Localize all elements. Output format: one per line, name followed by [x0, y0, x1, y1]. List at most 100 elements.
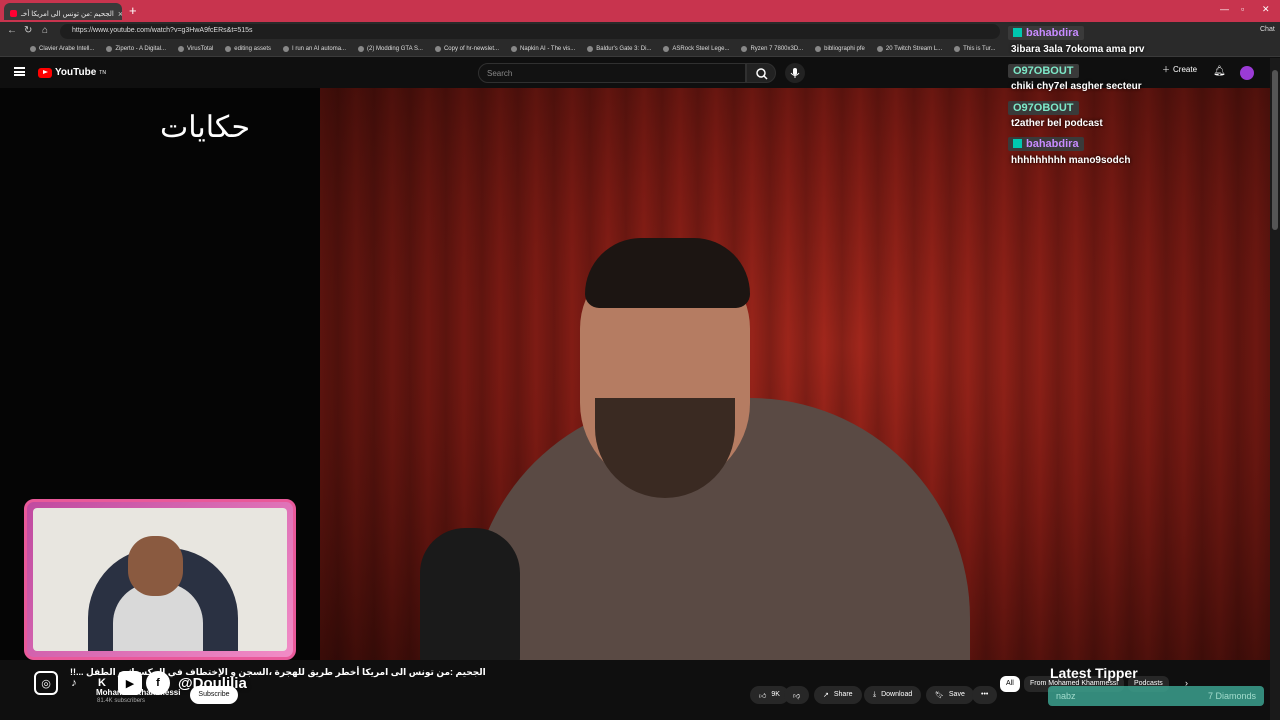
bookmark-favicon-icon — [106, 45, 113, 52]
bookmark-favicon-icon — [815, 45, 822, 52]
chat-username: bahabdira — [1026, 137, 1079, 150]
bookmark-icon: 🔖︎ — [935, 692, 944, 699]
bookmark-label: Napkin AI - The vis... — [520, 45, 576, 52]
chat-message: bahabdira 3ibara 3ala 7okoma ama prv — [1008, 24, 1270, 55]
like-count: 9K — [771, 691, 780, 698]
save-button[interactable]: 🔖︎ Save — [926, 686, 974, 704]
back-icon[interactable]: ← — [7, 25, 17, 36]
bookmark-item[interactable]: Clavier Arabe Intell... — [30, 45, 95, 52]
bookmark-label: VirusTotal — [187, 45, 214, 52]
bookmark-item[interactable]: Napkin AI - The vis... — [511, 45, 576, 52]
thumbs-down-icon: 👎︎ — [793, 693, 801, 700]
download-button[interactable]: ⤓ Download — [864, 686, 922, 704]
new-tab-icon[interactable]: + — [129, 3, 137, 18]
microphone-icon — [790, 68, 800, 78]
kick-badge-icon — [1013, 28, 1022, 37]
bookmark-favicon-icon — [876, 45, 883, 52]
search-icon — [756, 68, 768, 80]
bookmark-item[interactable]: (2) Modding GTA S... — [358, 45, 423, 52]
bookmark-item[interactable]: Ryzen 7 7800x3D... — [741, 45, 804, 52]
chat-username: O97OBOUT — [1013, 102, 1074, 114]
subscriber-count: 81.4K subscribers — [97, 698, 146, 704]
bookmark-label: Clavier Arabe Intell... — [39, 45, 95, 52]
browser-tab[interactable]: الجحيم :من تونس الى امريكا أخـ × — [4, 3, 122, 20]
home-icon[interactable]: ⌂ — [42, 25, 48, 36]
bookmark-item[interactable]: Baldur's Gate 3: Di... — [587, 45, 652, 52]
more-icon: ••• — [981, 691, 989, 698]
stream-chat-overlay: bahabdira 3ibara 3ala 7okoma ama prv O97OB… — [1008, 24, 1270, 172]
bookmark-item[interactable]: Ziperto - A Digital... — [106, 45, 167, 52]
chat-username: O97OBOUT — [1013, 65, 1074, 77]
chat-text: 3ibara 3ala 7okoma ama prv — [1011, 44, 1145, 55]
channel-name[interactable]: Mohamed Khammessi — [96, 688, 180, 697]
bookmark-label: Copy of hr-newslet... — [443, 45, 499, 52]
bookmark-label: bibliographi pfe — [824, 45, 865, 52]
download-icon: ⤓ — [873, 691, 877, 698]
guest-hair — [585, 238, 750, 308]
bookmark-item[interactable]: I run an AI automa... — [283, 45, 347, 52]
chat-text: hhhhhhhhh mano9sodch — [1011, 155, 1131, 166]
bookmark-label: editing assets — [234, 45, 271, 52]
more-actions-button[interactable]: ••• — [972, 686, 998, 704]
minimize-icon[interactable]: — — [1220, 4, 1229, 14]
chat-message: O97OBOUT t2ather bel podcast — [1008, 98, 1270, 129]
share-label: Share — [833, 691, 853, 698]
bookmark-label: ASRock Steel Lege... — [672, 45, 730, 52]
streamer-face — [128, 536, 183, 596]
subscribe-button[interactable]: Subscribe — [190, 686, 238, 704]
youtube-play-icon — [38, 67, 52, 78]
share-button[interactable]: ↗ Share — [814, 686, 862, 704]
youtube-favicon-icon — [10, 10, 17, 17]
search-input[interactable]: Search — [478, 63, 746, 83]
youtube-wordmark: YouTube — [55, 67, 97, 78]
hamburger-menu-icon[interactable] — [14, 67, 25, 76]
close-tab-icon[interactable]: × — [118, 9, 122, 19]
bookmark-item[interactable]: 20 Twitch Stream L... — [876, 45, 942, 52]
bookmark-item[interactable]: Copy of hr-newslet... — [434, 45, 499, 52]
instagram-icon: ◎ — [34, 671, 58, 695]
search-button[interactable] — [746, 63, 776, 83]
bookmark-favicon-icon — [358, 45, 365, 52]
bookmark-item[interactable]: bibliographi pfe — [815, 45, 865, 52]
latest-tipper-label: Latest Tipper — [1050, 665, 1138, 681]
bookmark-favicon-icon — [30, 45, 36, 52]
chat-text: t2ather bel podcast — [1011, 118, 1103, 129]
bookmark-label: Ryzen 7 7800x3D... — [750, 45, 804, 52]
bookmark-favicon-icon — [511, 45, 517, 52]
bookmark-item[interactable]: ASRock Steel Lege... — [663, 45, 730, 52]
filter-all[interactable]: All — [1000, 676, 1020, 692]
chat-username-badge: bahabdira — [1008, 136, 1084, 151]
voice-search-button[interactable] — [785, 63, 805, 83]
reload-icon[interactable]: ↻ — [24, 25, 32, 36]
bookmark-item[interactable]: VirusTotal — [178, 45, 214, 52]
chat-message: O97OBOUT chiki chy7el asgher secteur — [1008, 61, 1270, 92]
tipper-name: nabz — [1056, 691, 1076, 701]
bookmark-label: This is Tur... — [963, 45, 996, 52]
podcast-microphone — [420, 528, 520, 660]
url-field[interactable]: https://www.youtube.com/watch?v=g3HwA9fc… — [60, 24, 1000, 39]
tipper-amount: 7 Diamonds — [1207, 691, 1256, 701]
download-label: Download — [881, 691, 913, 698]
scrollbar-thumb[interactable] — [1272, 70, 1278, 230]
bookmark-favicon-icon — [741, 45, 748, 52]
tiktok-icon: ♪ — [71, 677, 77, 689]
bookmark-item[interactable]: This is Tur... — [954, 45, 996, 52]
podcast-logo: حكايات — [160, 110, 250, 145]
chat-username-badge: O97OBOUT — [1008, 64, 1079, 78]
bookmark-item[interactable]: editing assets — [225, 45, 271, 52]
webcam-feed — [33, 508, 287, 651]
bookmark-label: I run an AI automa... — [292, 45, 347, 52]
youtube-logo[interactable]: YouTube TN — [38, 67, 106, 78]
bookmark-favicon-icon — [225, 45, 232, 52]
bookmark-favicon-icon — [954, 45, 961, 52]
bookmark-favicon-icon — [178, 45, 185, 52]
bookmark-favicon-icon — [663, 45, 670, 52]
bookmark-favicon-icon — [283, 45, 289, 52]
share-icon: ↗ — [823, 692, 829, 699]
bookmark-label: Ziperto - A Digital... — [115, 45, 167, 52]
tab-title: الجحيم :من تونس الى امريكا أخـ — [21, 10, 114, 18]
close-window-icon[interactable]: ✕ — [1262, 4, 1270, 15]
dislike-button[interactable]: 👎︎ — [784, 686, 810, 704]
bookmark-label: Baldur's Gate 3: Di... — [596, 45, 652, 52]
maximize-icon[interactable]: ▫ — [1241, 4, 1244, 14]
